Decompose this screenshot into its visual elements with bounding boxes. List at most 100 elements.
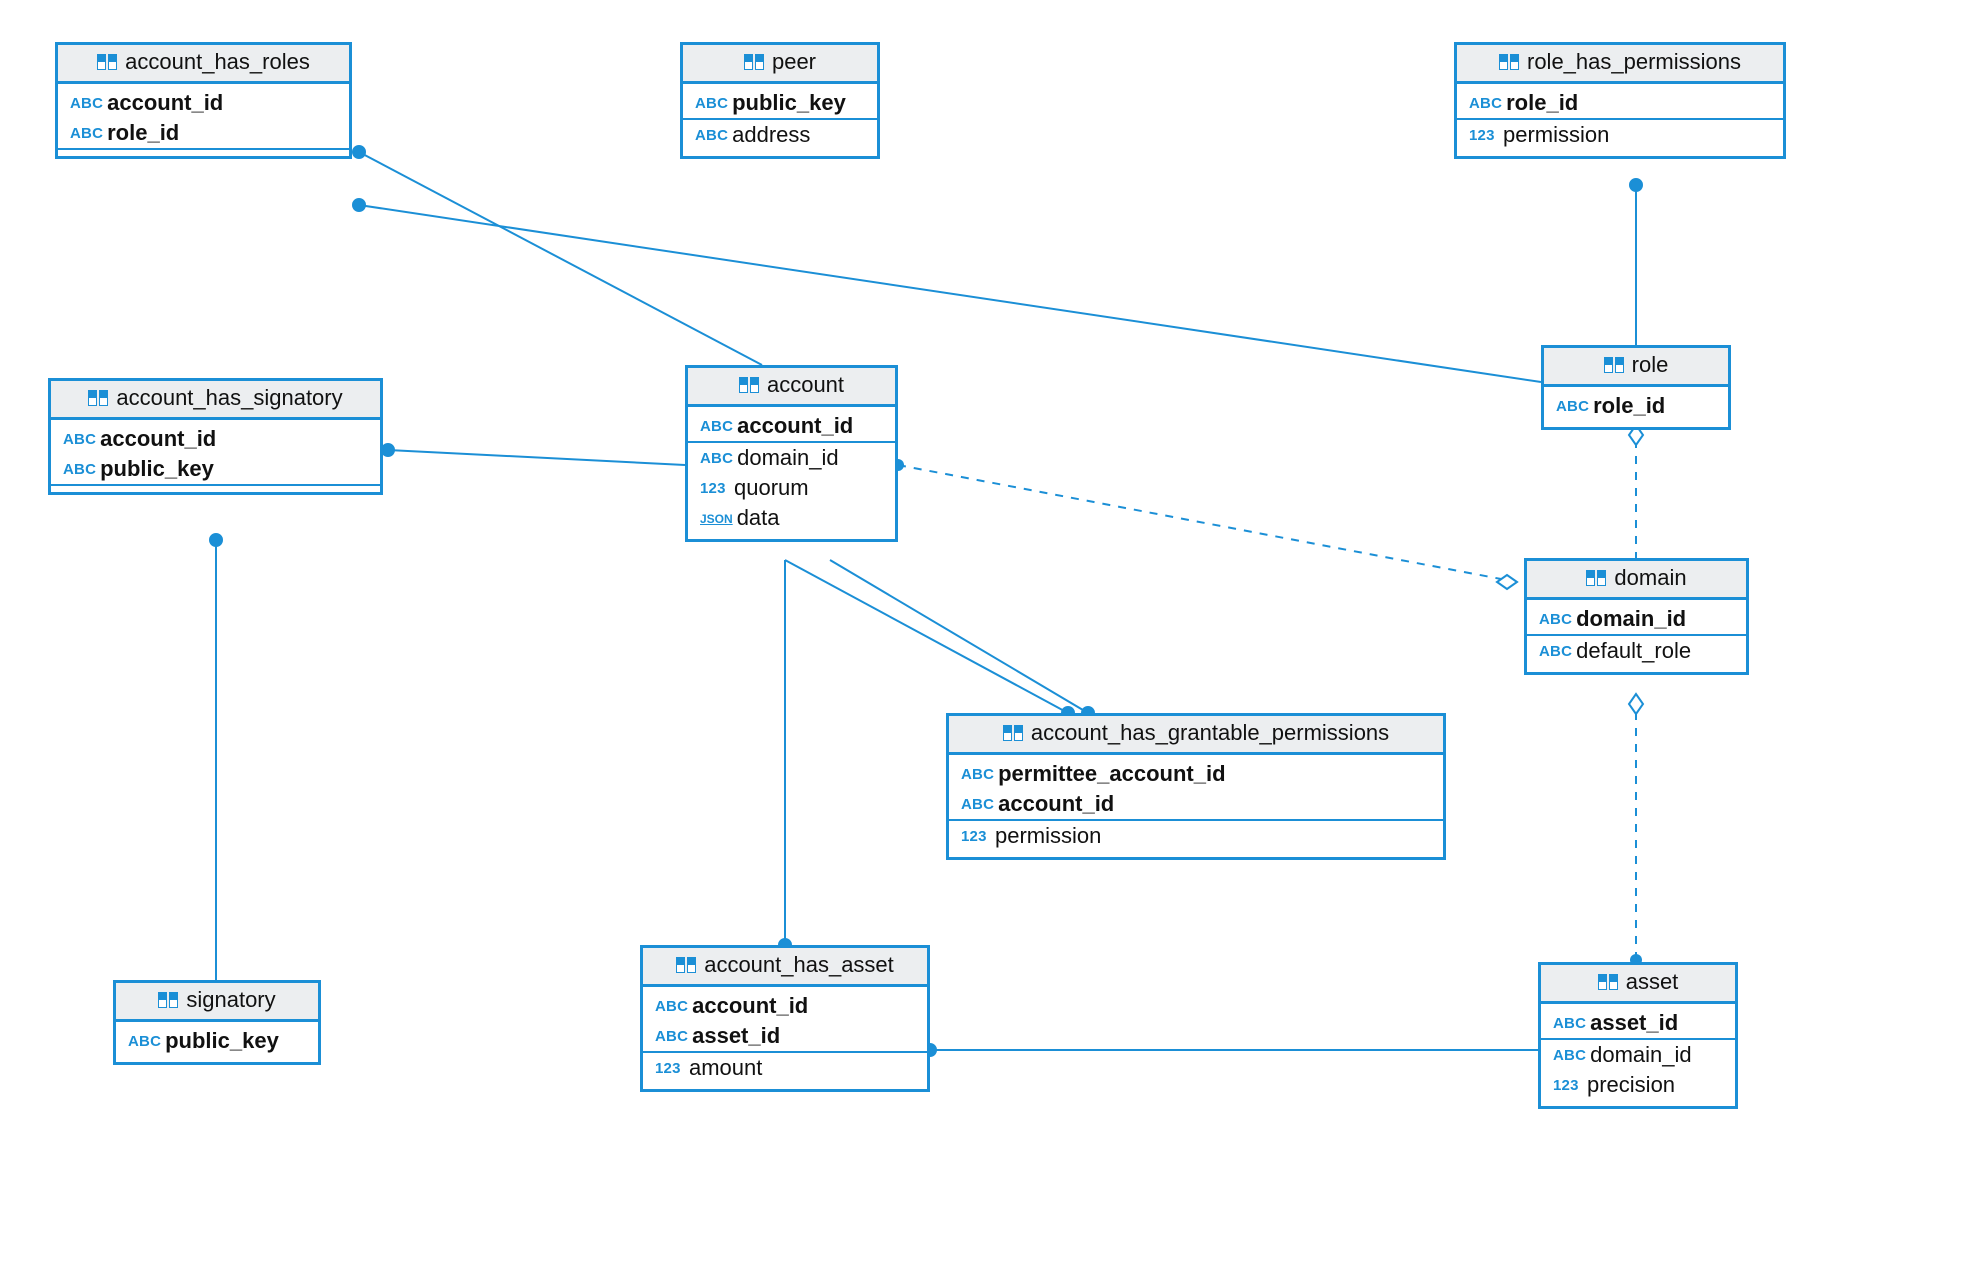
table-account-has-asset[interactable]: account_has_asset account_id asset_id am… [640,945,930,1092]
table-icon [744,52,766,72]
table-header: asset [1541,965,1735,1004]
table-header: account_has_signatory [51,381,380,420]
type-text-icon [128,1033,161,1050]
type-json-icon [700,510,733,527]
column-default-role: default_role [1527,636,1746,666]
column-address: address [683,120,877,150]
table-title: peer [772,49,816,75]
column-permission: permission [1457,120,1783,150]
type-text-icon [695,95,728,112]
column-permission: permission [949,821,1443,851]
type-text-icon [655,998,688,1015]
column-list: permittee_account_id account_id permissi… [949,755,1443,857]
type-number-icon [1469,127,1499,144]
table-icon [739,375,761,395]
table-title: role_has_permissions [1527,49,1741,75]
table-icon [676,955,698,975]
table-role[interactable]: role role_id [1541,345,1731,430]
table-header: account_has_roles [58,45,349,84]
table-header: signatory [116,983,318,1022]
table-header: account_has_grantable_permissions [949,716,1443,755]
table-title: account_has_asset [704,952,894,978]
table-icon [97,52,119,72]
type-text-icon [695,127,728,144]
table-asset[interactable]: asset asset_id domain_id precision [1538,962,1738,1109]
table-icon [1598,972,1620,992]
table-title: asset [1626,969,1679,995]
type-text-icon [1553,1047,1586,1064]
column-public-key: public_key [51,454,380,484]
type-text-icon [70,95,103,112]
type-text-icon [63,461,96,478]
table-account-has-signatory[interactable]: account_has_signatory account_id public_… [48,378,383,495]
column-list: account_id role_id [58,84,349,156]
column-list: domain_id default_role [1527,600,1746,672]
table-account-has-roles[interactable]: account_has_roles account_id role_id [55,42,352,159]
type-text-icon [961,766,994,783]
type-text-icon [961,796,994,813]
type-text-icon [70,125,103,142]
divider [51,484,380,486]
table-icon [88,388,110,408]
column-account-id: account_id [949,789,1443,819]
column-list: public_key address [683,84,877,156]
table-title: account [767,372,844,398]
table-header: account_has_asset [643,948,927,987]
column-list: role_id permission [1457,84,1783,156]
column-account-id: account_id [643,991,927,1021]
table-title: role [1632,352,1669,378]
table-header: peer [683,45,877,84]
type-number-icon [655,1060,685,1077]
column-role-id: role_id [1544,391,1728,421]
table-title: domain [1614,565,1686,591]
table-icon [1604,355,1626,375]
type-number-icon [700,480,730,497]
column-domain-id: domain_id [1527,604,1746,634]
type-text-icon [700,418,733,435]
table-account-has-grantable-permissions[interactable]: account_has_grantable_permissions permit… [946,713,1446,860]
table-header: account [688,368,895,407]
table-header: role_has_permissions [1457,45,1783,84]
type-text-icon [1469,95,1502,112]
column-account-id: account_id [51,424,380,454]
column-public-key: public_key [116,1026,318,1056]
column-domain-id: domain_id [1541,1040,1735,1070]
type-text-icon [655,1028,688,1045]
table-icon [158,990,180,1010]
type-text-icon [1539,643,1572,660]
type-text-icon [1556,398,1589,415]
column-role-id: role_id [58,118,349,148]
table-domain[interactable]: domain domain_id default_role [1524,558,1749,675]
table-header: domain [1527,561,1746,600]
type-text-icon [63,431,96,448]
table-icon [1499,52,1521,72]
column-data: data [688,503,895,533]
column-asset-id: asset_id [1541,1008,1735,1038]
er-diagram: account_has_roles account_id role_id pee… [0,0,1977,1269]
column-list: account_id asset_id amount [643,987,927,1089]
table-icon [1003,723,1025,743]
table-title: account_has_grantable_permissions [1031,720,1389,746]
table-account[interactable]: account account_id domain_id quorum data [685,365,898,542]
column-asset-id: asset_id [643,1021,927,1051]
type-number-icon [961,828,991,845]
table-icon [1586,568,1608,588]
column-list: account_id domain_id quorum data [688,407,895,539]
column-public-key: public_key [683,88,877,118]
table-title: account_has_roles [125,49,310,75]
column-account-id: account_id [688,411,895,441]
column-permittee-account-id: permittee_account_id [949,759,1443,789]
type-text-icon [1553,1015,1586,1032]
divider [58,148,349,150]
column-amount: amount [643,1053,927,1083]
column-role-id: role_id [1457,88,1783,118]
column-quorum: quorum [688,473,895,503]
column-list: role_id [1544,387,1728,427]
table-role-has-permissions[interactable]: role_has_permissions role_id permission [1454,42,1786,159]
table-title: account_has_signatory [116,385,342,411]
type-text-icon [1539,611,1572,628]
table-peer[interactable]: peer public_key address [680,42,880,159]
column-account-id: account_id [58,88,349,118]
column-list: public_key [116,1022,318,1062]
table-signatory[interactable]: signatory public_key [113,980,321,1065]
